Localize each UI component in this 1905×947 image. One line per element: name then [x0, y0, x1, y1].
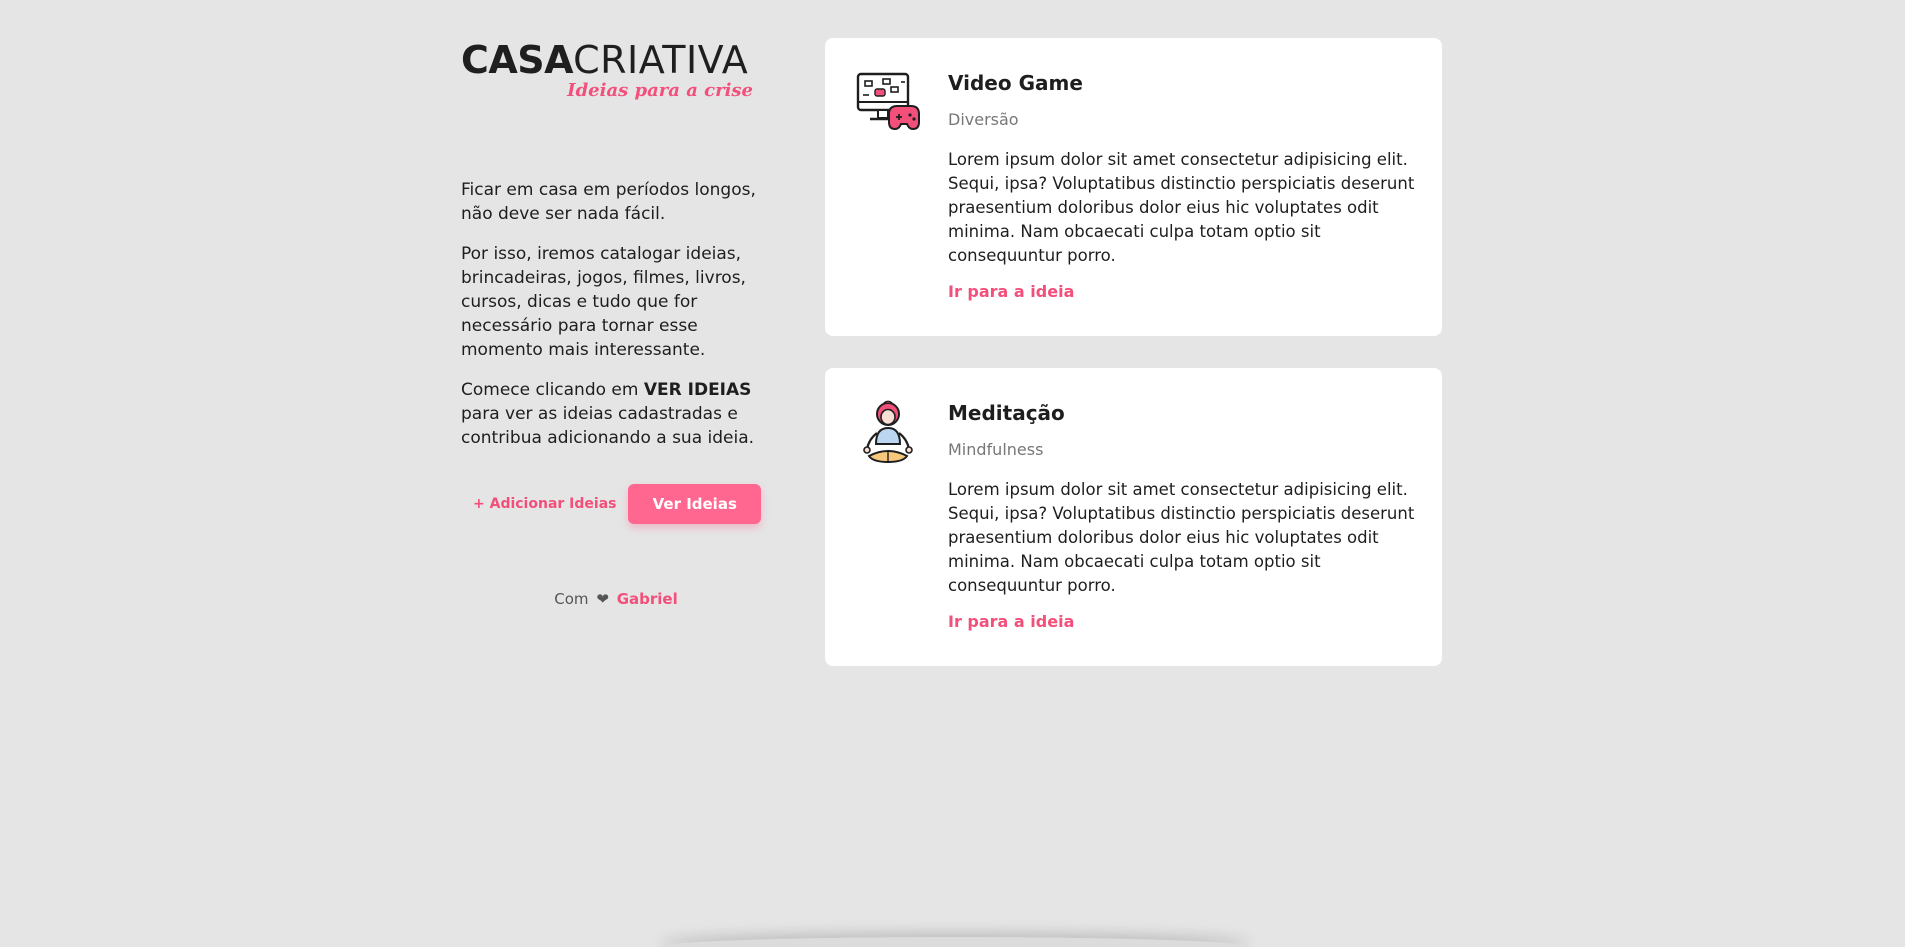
- logo-wordmark-bold: CASA: [461, 38, 574, 82]
- credit-prefix: Com: [554, 590, 589, 608]
- intro-paragraph-3: Comece clicando em VER IDEIAS para ver a…: [461, 378, 761, 450]
- logo-wordmark-light: CRIATIVA: [573, 38, 749, 82]
- bottom-panel-edge: [660, 937, 1250, 947]
- intro-paragraph-2: Por isso, iremos catalogar ideias, brinc…: [461, 244, 746, 360]
- idea-title: Meditação: [948, 401, 1065, 425]
- logo: CASACRIATIVA Ideias para a crise: [461, 40, 753, 105]
- intro-paragraph-3-emphasis: VER IDEIAS: [643, 380, 752, 400]
- idea-description: Lorem ipsum dolor sit amet consectetur a…: [948, 480, 1415, 595]
- intro-paragraph-1: Ficar em casa em períodos longos, não de…: [461, 180, 756, 224]
- heart-icon: ❤: [596, 590, 609, 608]
- idea-card-content: Video Game Diversão Lorem ipsum dolor si…: [948, 70, 1418, 301]
- intro-paragraph-3-start: Comece clicando em: [461, 380, 644, 400]
- credit-footer: Com ❤ Gabriel: [461, 590, 761, 608]
- ideas-list: Video Game Diversão Lorem ipsum dolor si…: [825, 38, 1442, 698]
- idea-card: Video Game Diversão Lorem ipsum dolor si…: [825, 38, 1442, 336]
- idea-category: Diversão: [948, 110, 1019, 129]
- author-link[interactable]: Gabriel: [617, 590, 678, 608]
- idea-category: Mindfulness: [948, 440, 1044, 459]
- idea-description: Lorem ipsum dolor sit amet consectetur a…: [948, 150, 1415, 265]
- view-ideas-button[interactable]: Ver Ideias: [628, 484, 761, 524]
- logo-tagline: Ideias para a crise: [567, 80, 753, 101]
- idea-card: Meditação Mindfulness Lorem ipsum dolor …: [825, 368, 1442, 666]
- intro-section: CASACRIATIVA Ideias para a crise Ficar e…: [461, 40, 761, 608]
- intro-actions: + Adicionar Ideias Ver Ideias: [461, 484, 761, 524]
- logo-wordmark: CASACRIATIVA: [461, 40, 753, 80]
- idea-card-content: Meditação Mindfulness Lorem ipsum dolor …: [948, 400, 1418, 631]
- intro-paragraph-3-end: para ver as ideias cadastradas e contrib…: [461, 404, 755, 448]
- add-ideas-link[interactable]: + Adicionar Ideias: [473, 496, 616, 512]
- idea-title: Video Game: [948, 71, 1083, 95]
- meditation-icon: [855, 400, 921, 466]
- go-to-idea-link[interactable]: Ir para a ideia: [948, 282, 1074, 301]
- go-to-idea-link[interactable]: Ir para a ideia: [948, 612, 1074, 631]
- video-game-icon: [855, 70, 921, 136]
- page: CASACRIATIVA Ideias para a crise Ficar e…: [0, 0, 1905, 947]
